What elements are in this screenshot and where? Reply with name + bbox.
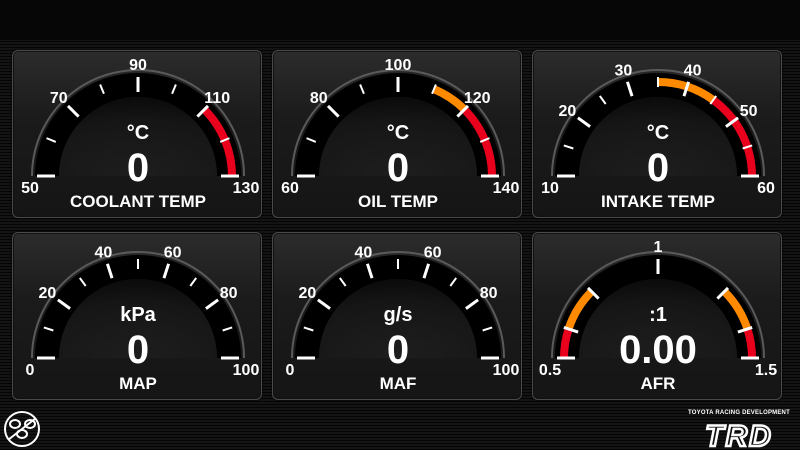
gauge-face: 02040 6080100g/s0MAF <box>286 244 520 393</box>
gauge-tick-label: 0.5 <box>539 362 561 379</box>
gauge-tick-label: 60 <box>164 244 182 261</box>
gauge-face: 0.5 1 1.5 :10.00 AFR <box>539 239 777 393</box>
gauge-tick-label: 1 <box>654 239 663 256</box>
gauge-tick-label: 80 <box>220 285 238 302</box>
gauge-tick-label: 50 <box>21 180 39 197</box>
gauge-tick-label: 40 <box>354 244 372 261</box>
gauge-name: AFR <box>641 374 676 393</box>
gauge-tick-label: 80 <box>310 90 328 107</box>
gauge-tick-label: 100 <box>385 57 412 74</box>
gauge-maf[interactable]: 0 20 40 60 80 100 g/s 0 MAF <box>272 232 522 400</box>
gauge-tick-label: 0 <box>26 362 35 379</box>
gauge-unit: g/s <box>384 304 413 326</box>
gauge-map[interactable]: 0 20 40 60 80 100 kPa 0 MAP <box>12 232 262 400</box>
gauge-intake-temp[interactable]: 10 20 30 40 50 60 °C 0 INTAKE TEMP <box>532 50 782 218</box>
gauge-value: 0.00 <box>619 328 697 372</box>
gauge-afr[interactable]: 0.5 1 1.5 :1 0.00 AFR <box>532 232 782 400</box>
gauge-tick-label: 80 <box>480 285 498 302</box>
gauge-value: 0 <box>387 146 409 190</box>
gauge-tick-label: 20 <box>558 103 576 120</box>
gauge-name: COOLANT TEMP <box>70 192 206 211</box>
gauge-value: 0 <box>647 146 669 190</box>
gauge-tick-label: 40 <box>684 62 702 79</box>
gauge-tick-label: 130 <box>233 180 260 197</box>
gauge-face: 50 70 90 110 130 °C0 COOLANT TEMP <box>21 57 260 211</box>
gauge-tick-label: 100 <box>493 362 520 379</box>
gauge-coolant-temp[interactable]: 50 70 90 110 130 °C 0 COOLANT TEMP <box>12 50 262 218</box>
gauge-face: 10 20 30 40 50 60 °C0 INTAKE TEMP <box>541 62 775 211</box>
svg-text:TRD: TRD <box>705 420 773 449</box>
trd-logo: TOYOTA RACING DEVELOPMENT TRD <box>680 410 798 450</box>
trd-tagline: TOYOTA RACING DEVELOPMENT <box>688 410 790 416</box>
gauge-tick-label: 0 <box>286 362 295 379</box>
gauge-name: INTAKE TEMP <box>601 192 715 211</box>
gauge-face: 60 80 100 120 140 °C0 OIL TEMP <box>281 57 520 211</box>
gauge-tick-label: 40 <box>94 244 112 261</box>
gauge-unit: °C <box>387 122 409 144</box>
gauge-tick-label: 100 <box>233 362 260 379</box>
gauge-tick-label: 90 <box>129 57 147 74</box>
gauge-tick-label: 50 <box>740 103 758 120</box>
gauge-name: MAF <box>380 374 417 393</box>
gauge-tick-label: 60 <box>281 180 299 197</box>
gauge-tick-label: 60 <box>757 180 775 197</box>
gauge-tick-label: 60 <box>424 244 442 261</box>
gauge-oil-temp[interactable]: 60 80 100 120 140 °C 0 OIL TEMP <box>272 50 522 218</box>
gauge-tick-label: 140 <box>493 180 520 197</box>
86-logo-icon <box>4 411 40 447</box>
gauge-value: 0 <box>127 146 149 190</box>
gauge-value: 0 <box>387 328 409 372</box>
gauge-tick-label: 70 <box>50 90 68 107</box>
gauge-tick-label: 1.5 <box>755 362 777 379</box>
gauge-tick-label: 10 <box>541 180 559 197</box>
top-bar <box>0 0 800 40</box>
gauge-tick-label: 120 <box>464 90 491 107</box>
gauge-tick-label: 20 <box>38 285 56 302</box>
gauge-tick-label: 30 <box>614 62 632 79</box>
gauge-face: 02040 6080100kPa0MAP <box>26 244 260 393</box>
gauge-tick-label: 110 <box>204 90 230 107</box>
gauge-value: 0 <box>127 328 149 372</box>
gauge-unit: °C <box>647 122 669 144</box>
gauge-unit: kPa <box>120 304 156 326</box>
trd-wordmark: TRD <box>704 419 773 449</box>
gauge-tick-label: 20 <box>298 285 316 302</box>
gauge-name: MAP <box>119 374 157 393</box>
gauge-name: OIL TEMP <box>358 192 438 211</box>
gauge-unit: °C <box>127 122 149 144</box>
gauge-unit: :1 <box>649 304 667 326</box>
